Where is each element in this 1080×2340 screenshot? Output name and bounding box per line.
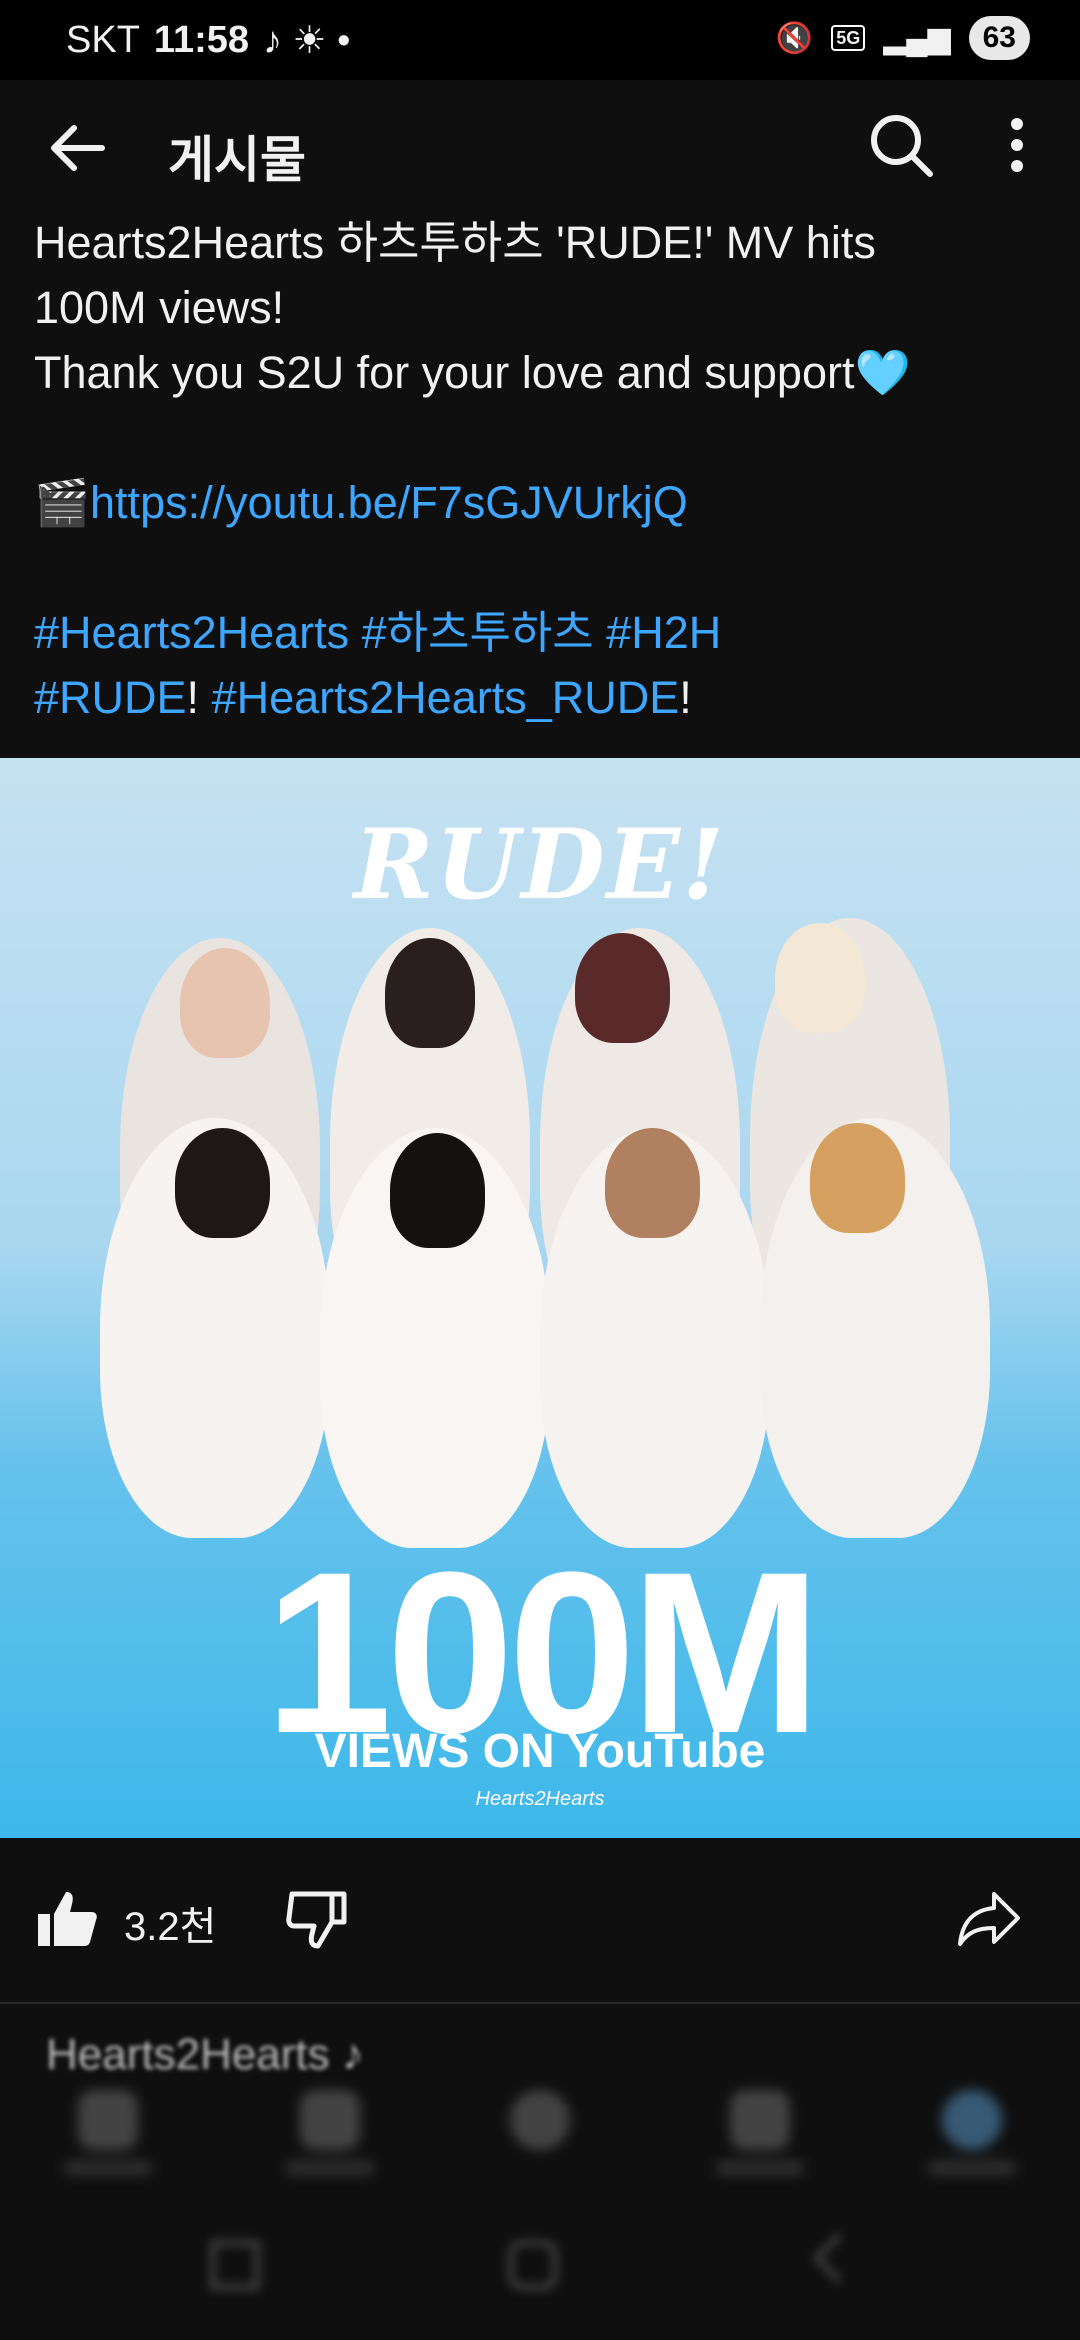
nav-home-label <box>63 2160 153 2176</box>
share-button[interactable] <box>956 1888 1022 1948</box>
member-head <box>180 948 270 1058</box>
carrier-label: SKT <box>66 19 140 61</box>
status-left: SKT 11:58 ♪ ☀ • <box>66 18 351 63</box>
post-text: Hearts2Hearts 하츠투하츠 'RUDE!' MV hits 100M… <box>34 210 1044 730</box>
nav-shorts[interactable] <box>300 2090 360 2150</box>
clock: 11:58 <box>153 19 249 61</box>
more-options-button[interactable] <box>992 110 1042 180</box>
post-image[interactable]: RUDE! 100M VIEWS ON YouTube Hearts2Heart… <box>0 758 1080 1838</box>
like-count: 3.2천 <box>124 1905 217 1949</box>
exclamation-1: ! <box>186 672 200 723</box>
nav-home[interactable] <box>78 2090 138 2150</box>
system-navigation <box>0 2200 1080 2340</box>
hashtag-hearts2hearts-rude[interactable]: #Hearts2Hearts_RUDE <box>212 672 680 723</box>
notification-icon: ♪ ☀ • <box>263 20 351 62</box>
hashtag-rude[interactable]: #RUDE <box>34 672 187 723</box>
nav-profile[interactable] <box>942 2090 1002 2150</box>
share-icon <box>958 1892 1020 1946</box>
hashtags-line[interactable]: #Hearts2Hearts #하츠투하츠 #H2H <box>34 607 721 658</box>
post-actions: 3.2천 <box>0 1870 1080 1980</box>
nav-create[interactable] <box>510 2090 570 2150</box>
thumbs-up-icon <box>38 1892 97 1946</box>
nav-shorts-label <box>285 2160 375 2176</box>
nav-subscriptions[interactable] <box>730 2090 790 2150</box>
more-vert-icon <box>1011 118 1023 172</box>
bottom-navigation <box>0 2060 1080 2200</box>
recent-apps-button[interactable] <box>210 2240 260 2290</box>
search-button[interactable] <box>866 110 936 180</box>
post-line-1: Hearts2Hearts 하츠투하츠 'RUDE!' MV hits <box>34 217 876 268</box>
nav-subscriptions-label <box>715 2160 805 2176</box>
member-head <box>775 923 865 1033</box>
clapper-emoji: 🎬 <box>34 477 91 528</box>
heart-emoji: 🩵 <box>854 347 911 398</box>
image-subtitle: VIEWS ON YouTube <box>314 1725 766 1778</box>
thumbs-down-icon <box>286 1891 347 1949</box>
youtube-link[interactable]: https://youtu.be/F7sGJVUrkjQ <box>90 477 688 528</box>
signal-icon: ▂▄▆ <box>883 21 951 55</box>
page-title: 게시물 <box>168 132 306 188</box>
member-head <box>385 938 475 1048</box>
divider <box>0 2002 1080 2004</box>
home-button[interactable] <box>508 2240 558 2290</box>
post-line-3: Thank you S2U for your love and support <box>34 347 855 398</box>
post-line-2: 100M views! <box>34 282 285 333</box>
member-head <box>605 1128 700 1238</box>
image-logo: RUDE! <box>353 808 727 921</box>
member-head <box>810 1123 905 1233</box>
nav-profile-label <box>927 2160 1017 2176</box>
member-head <box>390 1133 485 1248</box>
search-icon <box>871 115 933 177</box>
system-back-button[interactable] <box>812 2232 864 2284</box>
dislike-button[interactable] <box>284 1886 350 1952</box>
battery-indicator: 63 <box>968 16 1030 60</box>
network-icon: 5G <box>831 25 866 51</box>
exclamation-2: ! <box>679 672 692 723</box>
like-button[interactable] <box>34 1886 100 1952</box>
member-head <box>175 1128 270 1238</box>
status-right: 🔇 5G ▂▄▆ 63 <box>776 16 1030 60</box>
mute-icon: 🔇 <box>775 21 814 55</box>
member-head <box>575 933 670 1043</box>
app-bar: 게시물 <box>0 80 1080 218</box>
image-signature: Hearts2Hearts <box>475 1788 605 1810</box>
back-arrow-icon <box>51 125 105 171</box>
back-button[interactable] <box>46 116 110 180</box>
status-bar: SKT 11:58 ♪ ☀ • 🔇 5G ▂▄▆ 63 <box>0 0 1080 80</box>
